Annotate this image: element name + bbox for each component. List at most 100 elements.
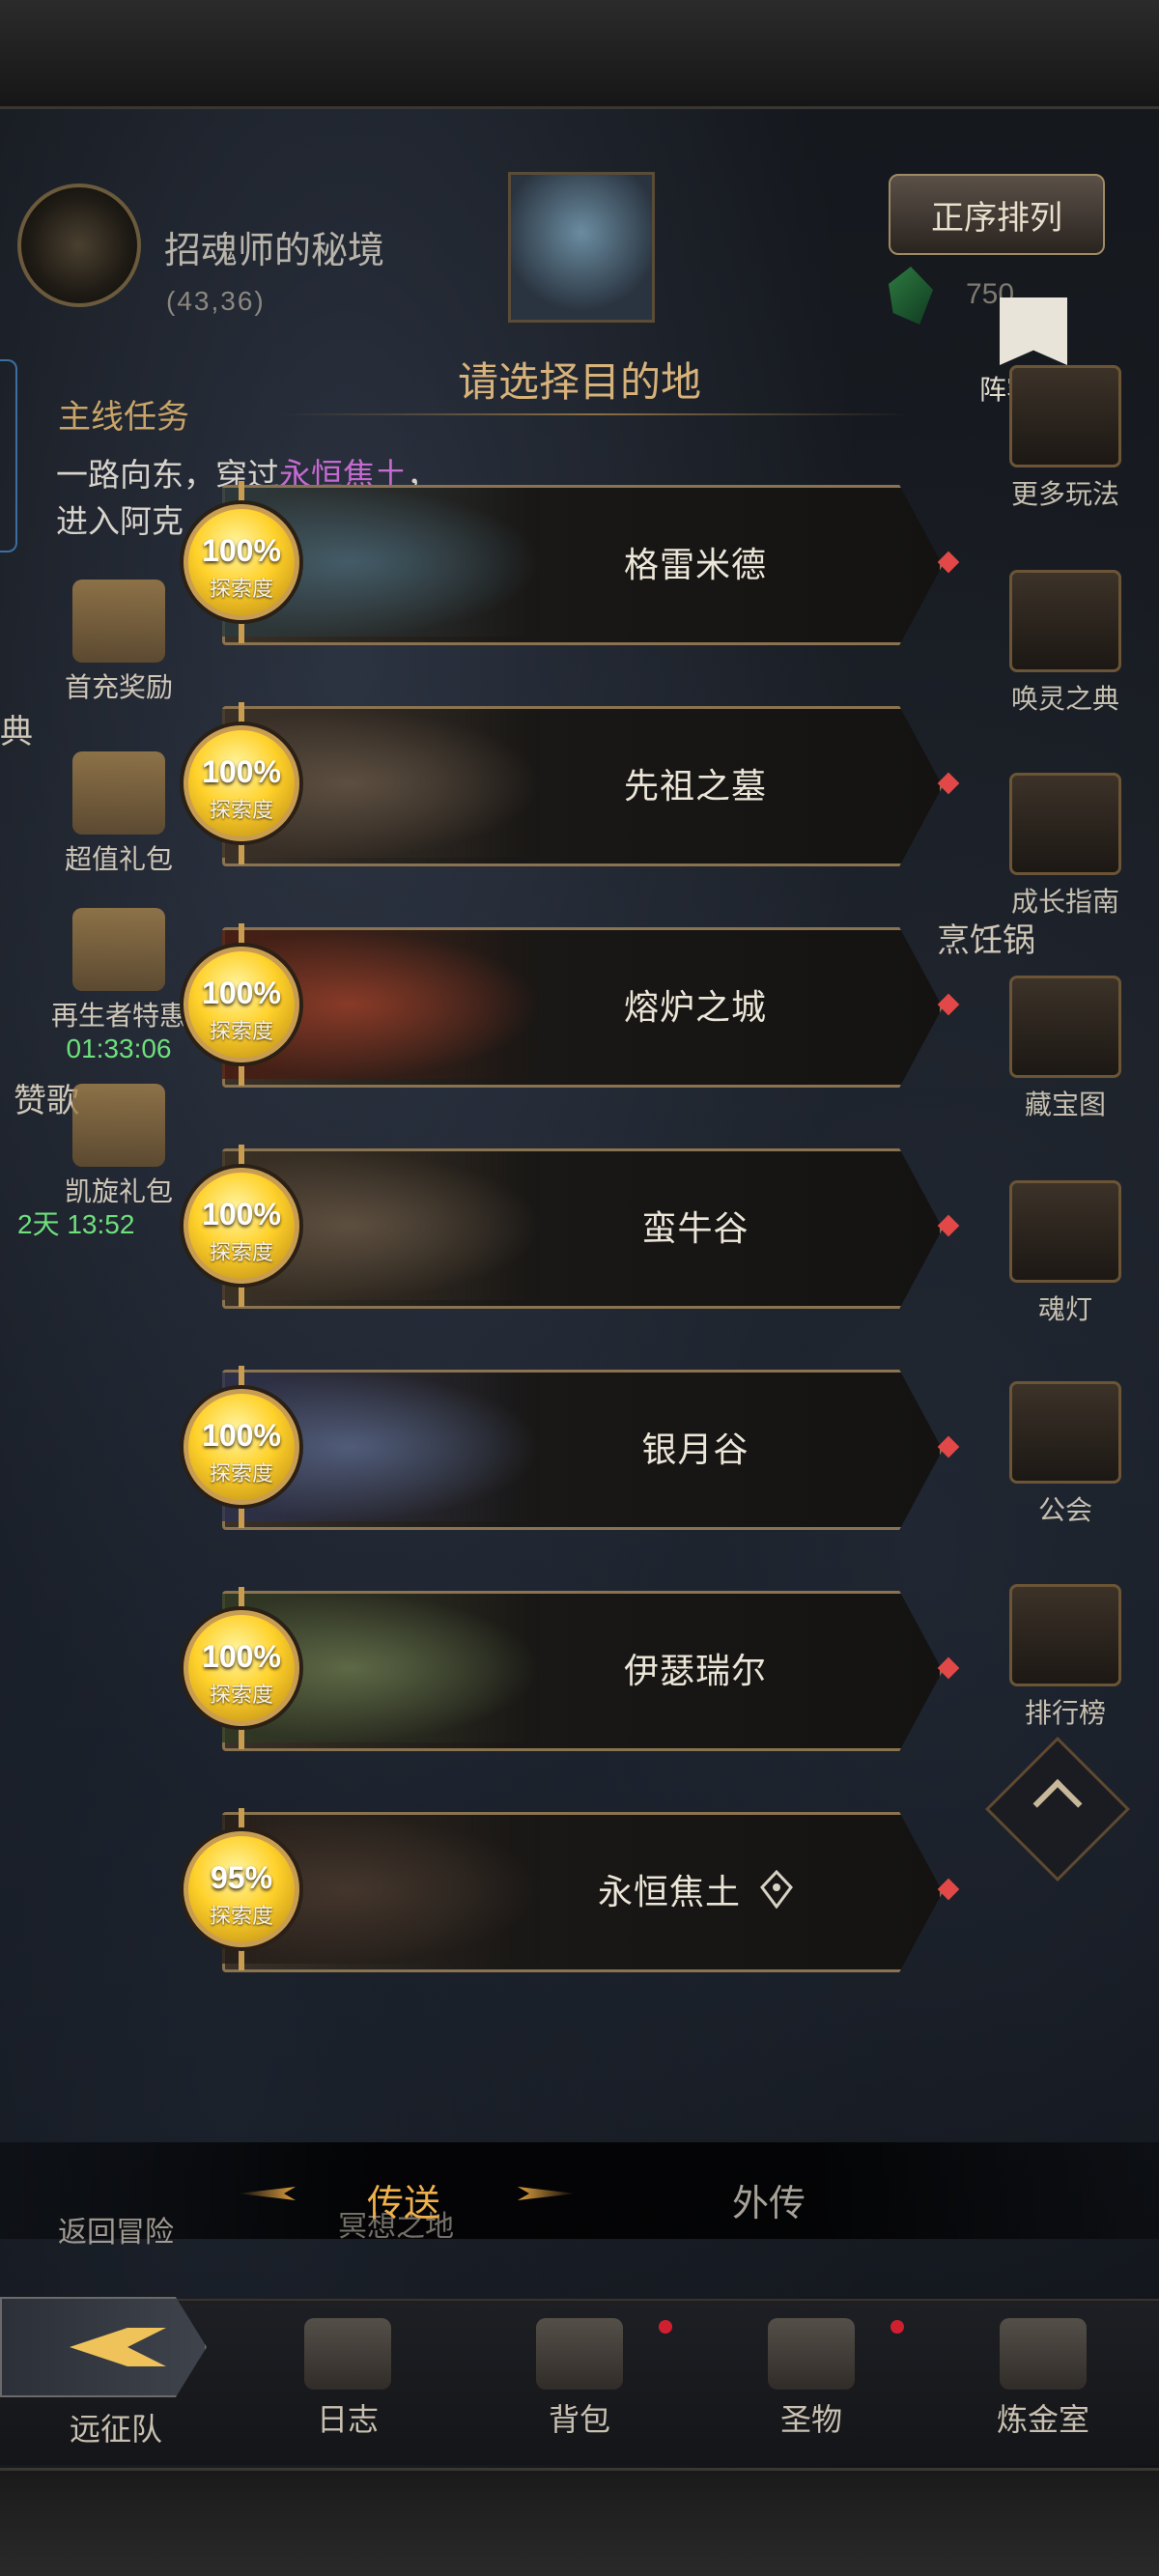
exploration-badge: 100% 探索度	[174, 1145, 309, 1307]
book-icon	[1009, 570, 1121, 672]
destination-name: 熔炉之城	[512, 927, 879, 1082]
destination-name-text: 永恒焦土	[597, 1872, 741, 1911]
exploration-percent: 95%	[210, 1860, 273, 1895]
soul-lamp[interactable]: 魂灯	[993, 1180, 1138, 1327]
alchemy-icon	[1000, 2318, 1087, 2390]
destination-arrow-tip	[937, 1656, 960, 1680]
scroll-map-icon	[1009, 976, 1121, 1078]
exploration-percent: 100%	[202, 1639, 281, 1674]
destination-name: 银月谷	[512, 1370, 879, 1524]
location-coords: (43,36)	[166, 286, 266, 316]
backpack-notification-dot	[659, 2320, 672, 2334]
destination-item[interactable]: 银月谷 100% 探索度	[184, 1366, 966, 1530]
destination-name: 永恒焦土	[512, 1812, 879, 1967]
destination-name-text: 伊瑟瑞尔	[623, 1651, 767, 1690]
location-emblem[interactable]	[17, 184, 141, 307]
nav-alchemy[interactable]: 炼金室	[971, 2318, 1116, 2440]
exploration-label: 探索度	[209, 1904, 273, 1928]
tab-side-story[interactable]: 外传	[732, 2173, 806, 2226]
first-recharge-label: 首充奖励	[64, 672, 173, 702]
exploration-percent: 100%	[202, 1197, 281, 1231]
chevron-up-icon	[1032, 1778, 1083, 1828]
tab-teleport[interactable]: 传送	[367, 2173, 440, 2226]
destination-item[interactable]: 永恒焦土 95% 探索度	[184, 1808, 966, 1972]
quest-panel-edge	[0, 359, 17, 552]
exploration-label: 探索度	[209, 1683, 273, 1707]
lamp-icon	[1009, 1180, 1121, 1283]
exploration-label: 探索度	[209, 1461, 273, 1486]
more-gameplay-label: 更多玩法	[1010, 479, 1119, 509]
exploration-percent: 100%	[202, 1418, 281, 1453]
nav-relics[interactable]: 圣物	[739, 2318, 884, 2440]
exploration-badge: 100% 探索度	[174, 702, 309, 864]
nav-backpack[interactable]: 背包	[507, 2318, 652, 2440]
exploration-label: 探索度	[209, 1240, 273, 1264]
gift-box-icon	[72, 751, 165, 835]
summoning-codex-label: 唤灵之典	[1010, 684, 1119, 714]
nav-relics-label: 圣物	[779, 2402, 842, 2437]
destination-arrow-tip	[937, 993, 960, 1016]
exploration-badge: 100% 探索度	[174, 1587, 309, 1749]
guild-crest-icon	[1009, 1381, 1121, 1484]
summoning-codex[interactable]: 唤灵之典	[993, 570, 1138, 717]
destination-item[interactable]: 格雷米德 100% 探索度	[184, 481, 966, 645]
growth-guide[interactable]: 成长指南	[993, 773, 1138, 920]
destination-name-text: 格雷米德	[623, 545, 767, 584]
exploration-badge: 100% 探索度	[174, 1366, 309, 1528]
destination-item[interactable]: 伊瑟瑞尔 100% 探索度	[184, 1587, 966, 1751]
destination-arrow-tip	[937, 551, 960, 574]
exploration-label: 探索度	[209, 577, 273, 601]
exploration-label: 探索度	[209, 1019, 273, 1043]
destination-item[interactable]: 熔炉之城 100% 探索度	[184, 923, 966, 1088]
trophy-cup-icon	[1009, 1584, 1121, 1686]
nav-toggle-button[interactable]	[0, 2297, 207, 2397]
destination-name-text: 蛮牛谷	[641, 1208, 749, 1248]
growth-guide-label: 成长指南	[1010, 887, 1119, 917]
quest-description-line2: 进入阿克	[56, 503, 184, 539]
leaderboard[interactable]: 排行榜	[993, 1584, 1138, 1731]
bottom-frame	[0, 2468, 1159, 2576]
destination-arrow-tip	[937, 1214, 960, 1237]
destination-dialog-title: 请选择目的地	[457, 359, 701, 405]
arrow-left-icon	[70, 2328, 166, 2366]
hero-portrait[interactable]	[508, 172, 655, 323]
relics-notification-dot	[890, 2320, 904, 2334]
nav-log[interactable]: 日志	[275, 2318, 420, 2440]
guild-label: 公会	[1037, 1495, 1092, 1525]
exploration-label: 探索度	[209, 798, 273, 822]
exploration-badge: 100% 探索度	[174, 481, 309, 643]
destination-arrow-tip	[937, 772, 960, 795]
gift-box-icon	[72, 908, 165, 991]
destination-item[interactable]: 蛮牛谷 100% 探索度	[184, 1145, 966, 1309]
destination-name-text: 银月谷	[641, 1430, 749, 1469]
compass-banner-icon	[1009, 773, 1121, 875]
edge-label-dian: 典	[0, 714, 33, 750]
return-adventure-label[interactable]: 返回冒险	[58, 2208, 174, 2250]
leaderboard-label: 排行榜	[1024, 1698, 1106, 1728]
trophy-icon	[72, 580, 165, 663]
soul-lamp-label: 魂灯	[1037, 1294, 1092, 1324]
destination-name: 格雷米德	[512, 485, 879, 639]
destination-name-text: 先祖之墓	[623, 766, 767, 806]
gift-box-icon	[72, 1084, 165, 1167]
nav-backpack-label: 背包	[548, 2402, 610, 2437]
destination-name: 先祖之墓	[512, 706, 879, 861]
treasure-map[interactable]: 藏宝图	[993, 976, 1138, 1122]
nav-expedition[interactable]: 远征队	[43, 2405, 188, 2449]
destination-name-text: 熔炉之城	[623, 987, 767, 1027]
triumph-pack-timer: 2天 13:52	[17, 1209, 135, 1239]
nav-alchemy-label: 炼金室	[996, 2402, 1089, 2437]
top-frame	[0, 0, 1159, 109]
tab-bar	[0, 2142, 1159, 2239]
treasure-map-label: 藏宝图	[1024, 1090, 1106, 1119]
guild[interactable]: 公会	[993, 1381, 1138, 1528]
destination-item[interactable]: 先祖之墓 100% 探索度	[184, 702, 966, 866]
title-divider	[280, 413, 908, 415]
relic-icon	[768, 2318, 855, 2390]
exploration-percent: 100%	[202, 754, 281, 789]
quest-title[interactable]: 主线任务	[58, 390, 189, 438]
journal-icon	[304, 2318, 391, 2390]
thumbs-up-bookmark-icon	[1000, 297, 1067, 365]
more-gameplay[interactable]: 更多玩法	[993, 365, 1138, 512]
sort-order-button[interactable]: 正序排列	[889, 174, 1105, 255]
